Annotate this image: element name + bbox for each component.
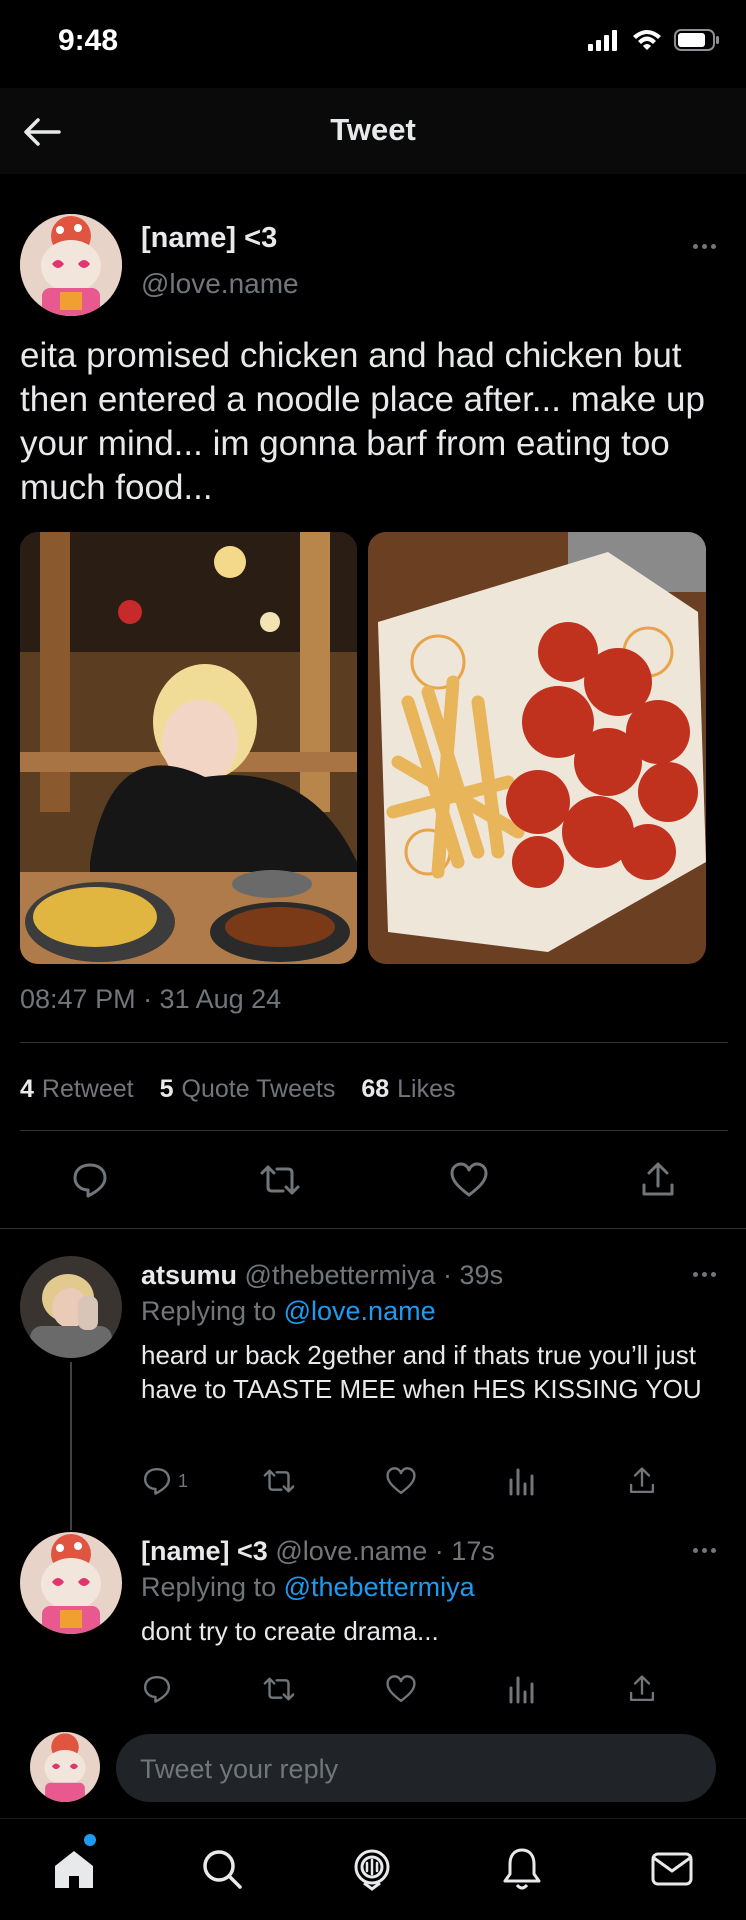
reply-author-name: atsumu <box>141 1260 238 1290</box>
reply-avatar[interactable] <box>20 1256 122 1358</box>
composer-placeholder: Tweet your reply <box>140 1754 339 1784</box>
author-avatar[interactable] <box>20 214 122 316</box>
retweet-button[interactable] <box>262 1674 296 1704</box>
reply-author-meta: @love.name · 17s <box>275 1536 495 1566</box>
views-icon <box>509 1676 534 1704</box>
reply-icon <box>73 1163 107 1198</box>
like-button[interactable] <box>385 1466 417 1496</box>
divider <box>0 1228 746 1229</box>
share-icon <box>642 1162 674 1196</box>
tweet-photo-1[interactable] <box>20 532 357 964</box>
reply-avatar[interactable] <box>20 1532 122 1634</box>
quote-count: 5 <box>159 1075 174 1103</box>
heart-icon <box>386 1467 416 1495</box>
reply-header[interactable]: atsumu @thebettermiya · 39s <box>141 1260 503 1291</box>
reply-icon <box>143 1675 171 1703</box>
likes-count: 68 <box>361 1075 390 1103</box>
retweet-label: Retweet <box>41 1075 134 1103</box>
share-icon <box>629 1467 655 1494</box>
quote-stat[interactable]: 5 Quote Tweets <box>160 1075 336 1104</box>
signal-icon <box>588 30 617 51</box>
tab-spaces[interactable] <box>346 1843 398 1895</box>
reply-header[interactable]: [name] <3 @love.name · 17s <box>141 1536 495 1567</box>
messages-icon <box>651 1852 693 1886</box>
tab-bar <box>0 1818 746 1920</box>
share-icon <box>629 1675 655 1702</box>
battery-icon <box>674 29 719 51</box>
retweet-icon <box>263 1677 295 1701</box>
reply-button[interactable]: 1 <box>142 1466 188 1496</box>
home-icon <box>55 1851 93 1888</box>
tweet-photo-2[interactable] <box>368 532 706 964</box>
like-button[interactable] <box>445 1156 493 1204</box>
reply-count: 1 <box>178 1470 189 1491</box>
tab-notifications[interactable] <box>496 1843 548 1895</box>
reply-button[interactable] <box>66 1156 114 1204</box>
retweet-stat[interactable]: 4 Retweet <box>20 1075 134 1104</box>
replying-prefix: Replying to <box>141 1296 277 1326</box>
share-button[interactable] <box>634 1156 682 1204</box>
replying-prefix: Replying to <box>141 1572 277 1602</box>
author-name[interactable]: [name] <3 <box>141 222 277 255</box>
composer-avatar <box>30 1732 100 1802</box>
divider <box>20 1042 728 1043</box>
tab-messages[interactable] <box>646 1843 698 1895</box>
status-time: 9:48 <box>58 24 119 57</box>
author-handle[interactable]: @love.name <box>141 268 299 300</box>
reply-button[interactable] <box>142 1674 172 1704</box>
views-button[interactable] <box>508 1466 536 1496</box>
status-bar: 9:48 <box>0 0 746 88</box>
spaces-icon <box>354 1849 390 1891</box>
views-button[interactable] <box>508 1674 536 1704</box>
reply-author-meta: @thebettermiya · 39s <box>244 1260 504 1290</box>
quote-label: Quote Tweets <box>181 1075 336 1103</box>
heart-icon <box>450 1162 488 1197</box>
retweet-button[interactable] <box>256 1156 304 1204</box>
retweet-icon <box>260 1165 300 1195</box>
more-options-icon[interactable] <box>693 1548 716 1553</box>
likes-label: Likes <box>397 1075 456 1103</box>
share-button[interactable] <box>628 1674 656 1704</box>
page-title: Tweet <box>330 112 416 147</box>
reply-composer-input[interactable]: Tweet your reply <box>116 1734 716 1802</box>
tab-search[interactable] <box>196 1843 248 1895</box>
likes-stat[interactable]: 68 Likes <box>361 1075 455 1104</box>
views-icon <box>509 1468 534 1496</box>
home-notification-dot <box>84 1834 96 1846</box>
wifi-icon <box>633 30 661 50</box>
nav-bar: Tweet <box>0 88 746 174</box>
replying-mention[interactable]: @thebettermiya <box>284 1572 475 1602</box>
retweet-icon <box>263 1469 295 1493</box>
reply-icon <box>143 1467 171 1495</box>
replying-to: Replying to @love.name <box>141 1296 436 1327</box>
retweet-button[interactable] <box>262 1466 296 1496</box>
thread-line <box>70 1362 72 1530</box>
replying-mention[interactable]: @love.name <box>284 1296 436 1326</box>
heart-icon <box>386 1675 416 1703</box>
tab-home[interactable] <box>48 1843 100 1895</box>
tweet-text: eita promised chicken and had chicken bu… <box>20 336 705 507</box>
retweet-count: 4 <box>20 1075 34 1103</box>
reply-text: dont try to create drama... <box>141 1616 439 1646</box>
divider <box>20 1130 728 1131</box>
more-options-icon[interactable] <box>693 244 716 249</box>
search-icon <box>203 1850 242 1889</box>
more-options-icon[interactable] <box>693 1272 716 1277</box>
reply-author-name: [name] <3 <box>141 1536 268 1566</box>
notifications-icon <box>503 1848 541 1890</box>
like-button[interactable] <box>385 1674 417 1704</box>
share-button[interactable] <box>628 1466 656 1496</box>
tweet-stats: 4 Retweet 5 Quote Tweets 68 Likes <box>20 1075 456 1104</box>
tweet-timestamp: 08:47 PM · 31 Aug 24 <box>20 984 282 1014</box>
reply-text: heard ur back 2gether and if thats true … <box>141 1340 702 1404</box>
status-icons <box>588 28 720 52</box>
replying-to: Replying to @thebettermiya <box>141 1572 475 1603</box>
